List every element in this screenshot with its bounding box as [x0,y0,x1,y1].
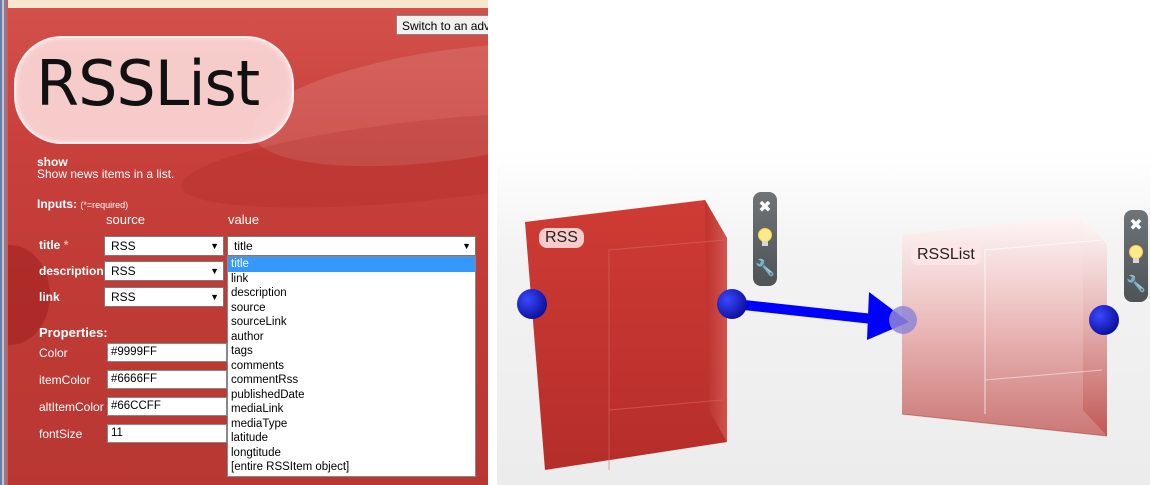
dropdown-option[interactable]: description [228,286,475,301]
close-icon[interactable]: ✖ [755,197,775,217]
wrench-icon[interactable]: 🔧 [755,258,775,278]
select-value: RSS [111,239,136,253]
widget-editor-panel: Switch to an adv RSSList show Show news … [0,0,488,485]
dropdown-option[interactable]: tags [228,344,475,359]
properties-heading: Properties: [39,325,108,340]
lightbulb-icon[interactable] [755,227,775,247]
dropdown-option[interactable]: comments [228,359,475,374]
chevron-down-icon: ▼ [210,292,219,302]
select-value: title [234,239,253,253]
itemcolor-input[interactable]: #6666FF [107,370,227,389]
operation-description: Show news items in a list. [37,167,175,181]
dropdown-option[interactable]: sourceLink [228,315,475,330]
chevron-down-icon: ▼ [210,241,219,251]
required-note: (*=required) [80,200,129,210]
switch-editor-button[interactable]: Switch to an adv [396,15,488,35]
chevron-down-icon: ▼ [210,266,219,276]
color-input[interactable]: #9999FF [107,343,227,362]
dropdown-option[interactable]: source [228,301,475,316]
input-label-description: description [39,264,104,278]
select-value: RSS [111,264,136,278]
rsslist-input-port[interactable] [889,306,917,334]
wrench-icon[interactable]: 🔧 [1126,274,1146,294]
inputs-heading: Inputs: (*=required) [37,197,128,211]
column-header-source: source [106,212,146,227]
rss-cube-label: RSS [539,228,584,248]
inputs-heading-text: Inputs: [37,197,77,211]
dropdown-option[interactable]: [entire RSSItem object] [228,460,475,475]
dropdown-option[interactable]: publishedDate [228,388,475,403]
dropdown-option[interactable]: commentRss [228,373,475,388]
title-source-select[interactable]: RSS ▼ [104,236,224,256]
input-label-title: title * [39,238,68,252]
input-label-text: title [39,238,61,252]
value-dropdown-list[interactable]: title link description source sourceLink… [227,256,476,477]
lightbulb-icon[interactable] [1126,244,1146,264]
close-icon[interactable]: ✖ [1126,215,1146,235]
property-label-itemcolor: itemColor [39,373,91,387]
link-source-select[interactable]: RSS ▼ [104,287,224,307]
window-left-border [0,0,8,485]
column-header-value: value [228,212,260,227]
fontsize-input[interactable]: 11 [107,424,227,443]
canvas-scene [517,200,1119,470]
rss-input-port[interactable] [517,289,547,319]
rss-cube-toolbar: ✖ 🔧 [753,192,777,286]
rsslist-cube-label: RSSList [911,245,981,265]
widget-title: RSSList [36,47,260,120]
mashup-canvas[interactable]: RSS RSSList ✖ 🔧 ✖ 🔧 [497,0,1150,485]
property-label-fontsize: fontSize [39,427,83,441]
select-value: RSS [111,290,136,304]
input-label-link: link [39,290,60,304]
dropdown-option[interactable]: latitude [228,431,475,446]
connector-arrow[interactable] [734,292,909,340]
dropdown-option[interactable]: title [228,257,475,272]
property-label-color: Color [39,346,68,360]
dropdown-option[interactable]: longtitude [228,446,475,461]
window-top-stripe [8,0,488,8]
altitemcolor-input[interactable]: #66CCFF [107,397,227,416]
dropdown-option[interactable]: author [228,330,475,345]
rsslist-output-port[interactable] [1089,305,1119,335]
rsslist-cube-toolbar: ✖ 🔧 [1124,210,1148,302]
property-label-altitemcolor: altItemColor [39,400,104,414]
chevron-down-icon: ▼ [462,241,471,251]
description-source-select[interactable]: RSS ▼ [104,261,224,281]
dropdown-option[interactable]: mediaLink [228,402,475,417]
rss-output-port[interactable] [717,289,747,319]
title-value-select[interactable]: title ▼ [227,236,476,256]
dropdown-option[interactable]: mediaType [228,417,475,432]
required-marker: * [63,238,69,252]
dropdown-option[interactable]: link [228,272,475,287]
